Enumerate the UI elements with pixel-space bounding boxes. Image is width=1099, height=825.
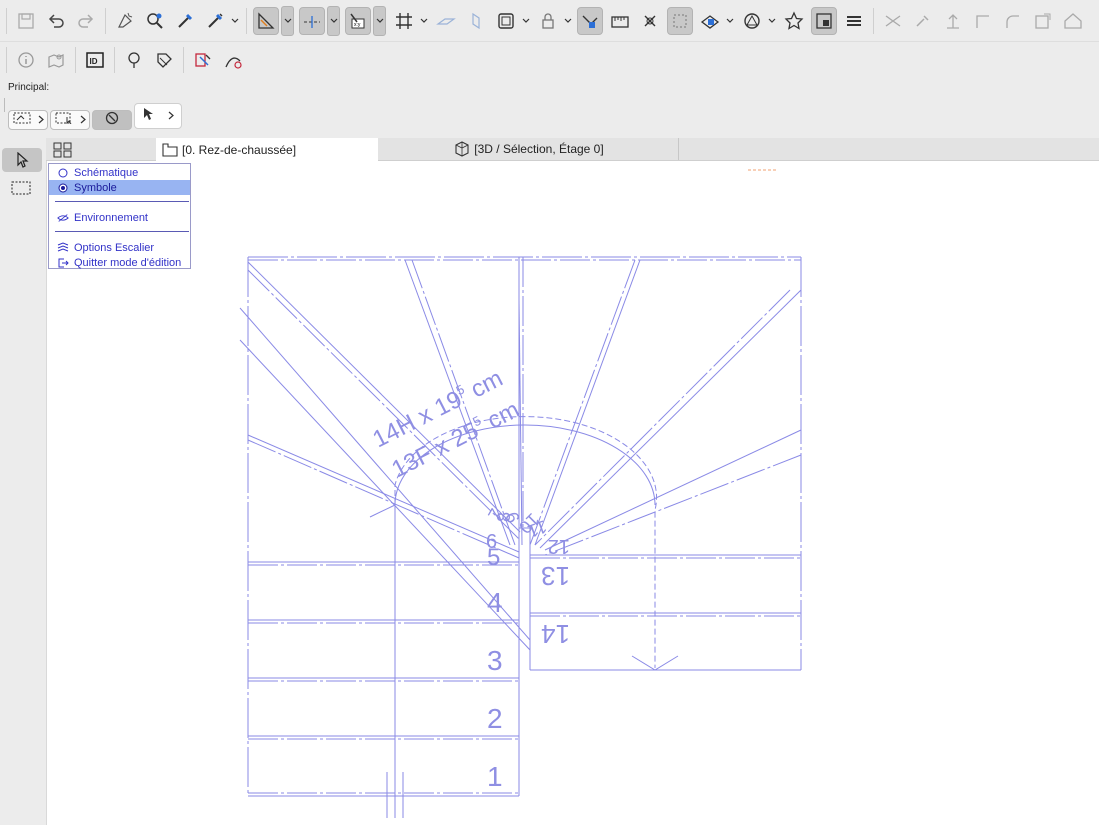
- step-number-13: 13: [541, 561, 570, 591]
- menu-item-options-escalier[interactable]: Options Escalier: [49, 240, 190, 255]
- radio-empty-icon: [57, 167, 69, 179]
- menu-item-schematique[interactable]: Schématique: [49, 165, 190, 180]
- step-number-6: 6: [486, 531, 497, 553]
- stair-dimension-labels: 14H x 195 cm 13F x 255 cm: [368, 365, 523, 484]
- menu-item-symbole[interactable]: Symbole: [49, 180, 190, 195]
- step-number-4: 4: [487, 587, 503, 618]
- stair-drawing: 14H x 195 cm 13F x 255 cm 1 2 3 4 5 6 7 …: [239, 169, 802, 818]
- menu-item-label: Environnement: [74, 211, 148, 224]
- menu-item-quitter[interactable]: Quitter mode d'édition: [49, 255, 190, 270]
- step-number-14: 14: [541, 619, 570, 649]
- stair-outline: [239, 256, 802, 818]
- menu-item-label: Symbole: [74, 181, 117, 194]
- hidden-eye-icon: [57, 212, 69, 224]
- radio-filled-icon: [57, 182, 69, 194]
- menu-item-label: Quitter mode d'édition: [74, 256, 182, 269]
- menu-item-label: Options Escalier: [74, 241, 155, 254]
- stair-settings-icon: [57, 241, 69, 254]
- step-number-3: 3: [487, 645, 503, 676]
- step-numbers: 1 2 3 4 5 6 7 8 9 10 11 12 13 14: [484, 505, 570, 792]
- step-number-12: 12: [548, 535, 570, 557]
- stair-edit-context-menu: Schématique Symbole Environnement Option…: [48, 163, 191, 269]
- menu-separator: [55, 231, 189, 232]
- step-number-1: 1: [487, 761, 503, 792]
- menu-separator: [55, 201, 189, 202]
- menu-item-environnement[interactable]: Environnement: [49, 210, 190, 225]
- step-number-2: 2: [487, 703, 503, 734]
- menu-item-label: Schématique: [74, 166, 139, 179]
- exit-icon: [57, 257, 69, 269]
